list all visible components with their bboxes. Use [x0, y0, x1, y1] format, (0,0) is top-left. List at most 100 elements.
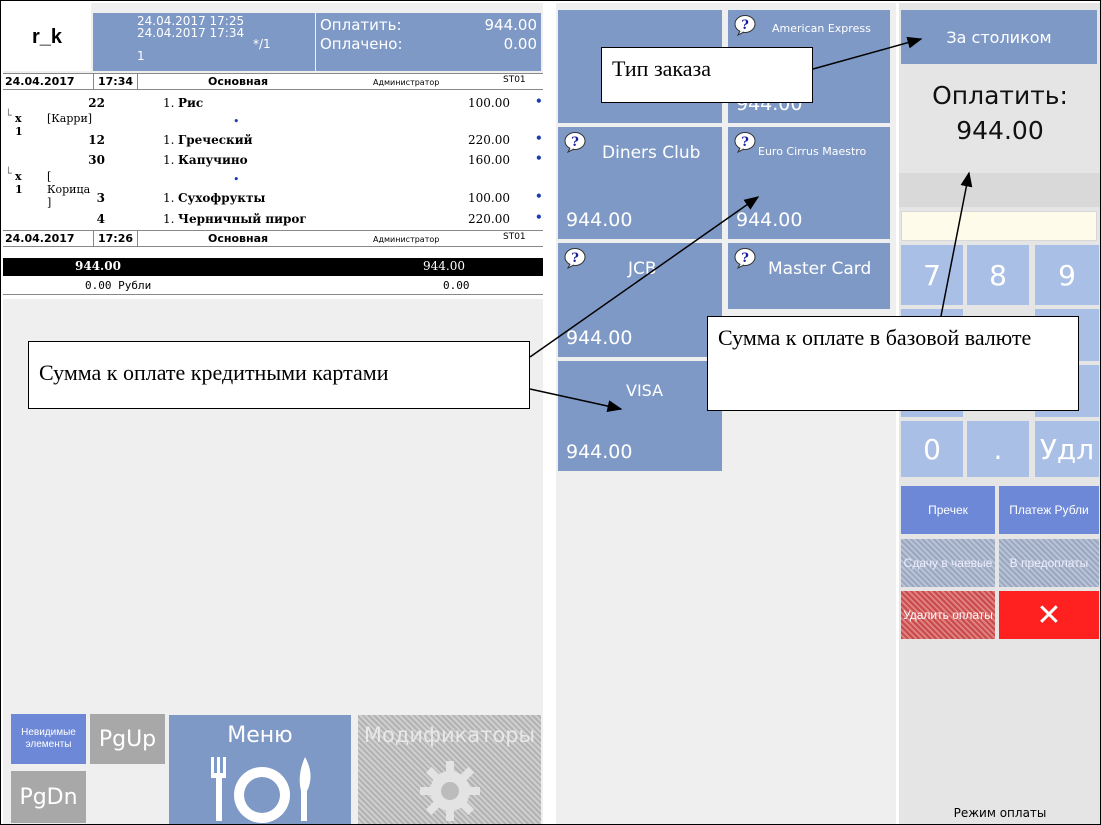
- precheck-button[interactable]: Пречек: [901, 486, 995, 534]
- item-name: Рис: [178, 96, 204, 110]
- key-delete[interactable]: Удл: [1035, 421, 1099, 477]
- order-waiter: Администратор: [373, 235, 440, 244]
- invisible-elements-button[interactable]: Невидимые элементы: [11, 714, 86, 764]
- order-row[interactable]: 4 1. Черничный пирог 220.00 •: [3, 210, 543, 229]
- plate-cutlery-icon: [211, 757, 311, 823]
- key-8[interactable]: 8: [967, 245, 1029, 305]
- order-station: ST01: [503, 75, 526, 85]
- currency-bar: 0.00 Рубли 0.00: [3, 278, 543, 295]
- cancel-button[interactable]: ✕: [999, 591, 1099, 639]
- key-dot[interactable]: .: [967, 421, 1029, 477]
- item-qty: 1.: [163, 153, 175, 167]
- payment-name: American Express: [772, 22, 871, 35]
- amount-input[interactable]: [901, 211, 1097, 241]
- close-icon: ✕: [1036, 597, 1062, 633]
- item-name: Греческий: [178, 133, 253, 147]
- payment-amount: 944.00: [736, 209, 803, 231]
- callout-base-currency: Сумма к оплате в базовой валюте: [707, 316, 1079, 411]
- key-9[interactable]: 9: [1035, 245, 1099, 305]
- marker-dot-icon: •: [535, 210, 543, 224]
- question-bubble-icon: ?: [734, 15, 756, 36]
- question-bubble-icon: ?: [564, 132, 586, 153]
- payment-amount: 944.00: [566, 209, 633, 231]
- payment-tile-diners[interactable]: ? Diners Club 944.00: [558, 127, 722, 239]
- payment-tile-maestro[interactable]: ? Euro Cirrus Maestro 944.00: [728, 127, 890, 239]
- item-code: 4: [96, 212, 105, 226]
- payment-name: VISA: [626, 381, 664, 400]
- marker-dot-icon: •: [535, 131, 543, 145]
- pay-rubles-button[interactable]: Платеж Рубли: [999, 486, 1099, 534]
- delete-payments-button[interactable]: Удалить оплаты: [901, 591, 995, 639]
- to-pay-label: Оплатить:: [320, 16, 402, 34]
- order-time: 17:34: [93, 73, 139, 90]
- marker-dot-icon: •: [233, 173, 240, 186]
- to-pay-value: 944.00: [484, 16, 538, 34]
- menu-label: Меню: [227, 723, 293, 748]
- order-type-button[interactable]: За столиком: [901, 10, 1097, 64]
- tree-branch-icon: └: [5, 167, 12, 180]
- payment-amount: 944.00: [566, 327, 633, 349]
- order-date: 24.04.2017: [5, 232, 75, 245]
- callout-order-type: Тип заказа: [601, 47, 813, 103]
- info-strip: [899, 173, 1100, 207]
- payment-name: Euro Cirrus Maestro: [758, 145, 867, 158]
- modifier-name: [Карри]: [47, 112, 93, 125]
- menu-button[interactable]: Меню: [169, 715, 351, 824]
- key-7[interactable]: 7: [901, 245, 963, 305]
- order-hall: Основная: [208, 75, 269, 88]
- question-bubble-icon: ?: [734, 248, 756, 269]
- item-qty: 1.: [163, 191, 175, 205]
- page-up-button[interactable]: PgUp: [90, 714, 165, 764]
- change-to-tips-button[interactable]: Сдачу в чаевые: [901, 539, 995, 587]
- payment-amount: 944.00: [566, 441, 633, 463]
- keypad-panel: За столиком Оплатить: 944.00 7 8 9 0 . У…: [899, 3, 1100, 824]
- order-station: ST01: [503, 232, 526, 242]
- item-name: Черничный пирог: [178, 212, 307, 226]
- order-info-box: 24.04.2017 17:25 24.04.2017 17:34 1 */1: [93, 13, 315, 71]
- svg-text:?: ?: [741, 251, 749, 266]
- order-header: 24.04.2017 17:26 Основная Администратор …: [3, 230, 543, 247]
- svg-text:?: ?: [741, 135, 749, 150]
- paid-label: Оплачено:: [320, 35, 403, 53]
- order-row[interactable]: 30 1. Капучино 160.00 •: [3, 151, 543, 170]
- to-pay-big-value: 944.00: [956, 116, 1044, 145]
- order-date: 24.04.2017: [5, 75, 75, 88]
- session-info: */1: [253, 37, 271, 51]
- marker-dot-icon: •: [233, 115, 240, 128]
- order-hall: Основная: [208, 232, 269, 245]
- payment-methods-panel: ? American Express 944.00 ? Diners Club …: [556, 3, 896, 824]
- total-left: 944.00: [75, 259, 121, 273]
- total-bar: 944.00 944.00: [3, 258, 543, 276]
- item-name: Капучино: [178, 153, 248, 167]
- marker-dot-icon: •: [535, 151, 543, 165]
- item-price: 160.00: [468, 153, 510, 167]
- callout-card-amount: Сумма к оплате кредитными картами: [28, 341, 530, 409]
- item-price: 100.00: [468, 96, 510, 110]
- payment-tile-mastercard[interactable]: ? Master Card: [728, 243, 890, 309]
- pos-payment-screen: r_k 24.04.2017 17:25 24.04.2017 17:34 1 …: [0, 0, 1101, 825]
- order-header: 24.04.2017 17:34 Основная Администратор …: [3, 73, 543, 90]
- marker-dot-icon: •: [535, 189, 543, 203]
- modifiers-button[interactable]: Модификаторы: [358, 715, 541, 824]
- to-pay-big-label: Оплатить:: [932, 81, 1068, 110]
- order-row[interactable]: 3 1. Сухофрукты 100.00 •: [3, 189, 543, 208]
- marker-dot-icon: •: [535, 94, 543, 108]
- item-qty: 1.: [163, 96, 175, 110]
- to-prepayment-button[interactable]: В предоплаты: [999, 539, 1099, 587]
- page-down-button[interactable]: PgDn: [11, 771, 86, 823]
- payment-tile-visa[interactable]: VISA 944.00: [558, 361, 722, 471]
- payment-name: Diners Club: [602, 143, 701, 163]
- payment-tile-jcb[interactable]: ? JCB 944.00: [558, 243, 722, 357]
- order-row[interactable]: 22 1. Рис 100.00 •: [3, 94, 543, 113]
- order-row[interactable]: 12 1. Греческий 220.00 •: [3, 131, 543, 150]
- item-name: Сухофрукты: [178, 191, 266, 205]
- print-datetime: 24.04.2017 17:34: [137, 26, 245, 40]
- svg-text:?: ?: [571, 251, 579, 266]
- item-qty: 1.: [163, 133, 175, 147]
- payment-summary-box: Оплатить: 944.00 Оплачено: 0.00: [316, 13, 541, 71]
- order-list[interactable]: 24.04.2017 17:34 Основная Администратор …: [3, 73, 543, 299]
- key-0[interactable]: 0: [901, 421, 963, 477]
- order-panel: r_k 24.04.2017 17:25 24.04.2017 17:34 1 …: [3, 3, 543, 824]
- gear-icon: [420, 761, 480, 821]
- item-price: 100.00: [468, 191, 510, 205]
